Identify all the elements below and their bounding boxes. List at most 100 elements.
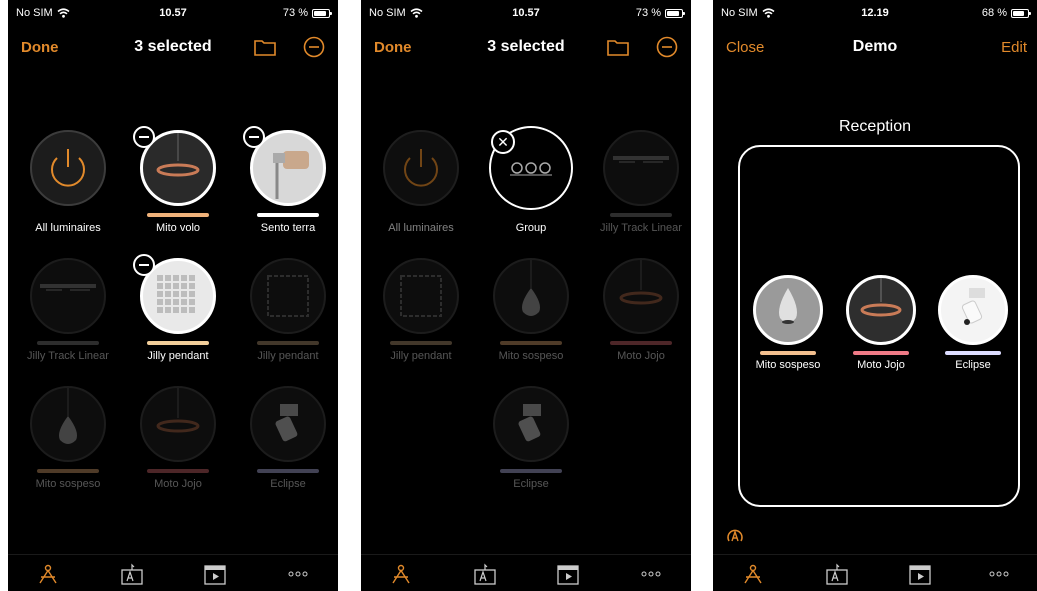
luminaires-tab-icon[interactable]	[741, 562, 765, 586]
room-container: Mito sospeso Moto Jojo Eclipse	[738, 145, 1020, 507]
scenes-tab-icon[interactable]	[120, 562, 144, 586]
tile-eclipse[interactable]: Eclipse	[233, 386, 338, 490]
tile-jilly-pendant[interactable]: Jilly pendant	[366, 258, 476, 362]
phone-screen-3: No SIM 12.19 68 % Close Demo Edit Recept…	[713, 0, 1037, 591]
tile-eclipse[interactable]: Eclipse	[476, 386, 586, 490]
tile-label: Moto Jojo	[154, 478, 202, 490]
ring-luminaire-icon	[860, 278, 902, 317]
tile-jilly-pendant-selected[interactable]: Jilly pendant	[123, 254, 233, 362]
sequences-tab-icon[interactable]	[203, 562, 227, 586]
room-tile-eclipse[interactable]: Eclipse	[928, 275, 1018, 371]
battery-percent: 73 %	[282, 7, 308, 19]
ring-luminaire-icon	[156, 133, 200, 177]
nav-title: Demo	[852, 38, 898, 55]
room-name: Reception	[838, 118, 912, 135]
scenes-tab-icon[interactable]	[473, 562, 497, 586]
tile-jilly-track-linear[interactable]: Jilly Track Linear	[586, 130, 691, 234]
ring-luminaire-icon	[156, 388, 200, 433]
tile-label: Moto Jojo	[617, 350, 665, 362]
deselect-badge-icon[interactable]	[243, 126, 265, 148]
tile-all-luminaires[interactable]: All luminaires	[366, 130, 476, 234]
more-tab-icon[interactable]	[639, 562, 663, 586]
deselect-badge-icon[interactable]	[133, 126, 155, 148]
spot-luminaire-icon	[275, 404, 298, 442]
tile-mito-sospeso[interactable]: Mito sospeso	[476, 258, 586, 362]
phone-screen-2: No SIM 10.57 73 % Done 3 selected All lu…	[361, 0, 691, 591]
room-tile-mito-sospeso[interactable]: Mito sospeso	[743, 275, 833, 371]
more-tab-icon[interactable]	[987, 562, 1011, 586]
tile-label: Eclipse	[955, 359, 991, 371]
tile-label: Jilly Track Linear	[600, 222, 682, 234]
tile-label: Eclipse	[513, 478, 549, 490]
tile-label: Jilly pendant	[257, 350, 319, 362]
nav-title: 3 selected	[487, 38, 565, 55]
deselect-badge-icon[interactable]	[133, 254, 155, 276]
nav-bar: Done 3 selected	[8, 30, 338, 66]
status-bar: No SIM 12.19 68 %	[713, 0, 1037, 30]
battery-icon	[312, 8, 332, 18]
scenes-tab-icon[interactable]	[825, 562, 849, 586]
sequences-tab-icon[interactable]	[908, 562, 932, 586]
grid-luminaire-icon	[400, 275, 442, 317]
close-icon[interactable]: ✕	[491, 130, 515, 154]
tile-label: Sento terra	[260, 222, 316, 234]
power-icon	[404, 149, 438, 187]
tile-label: Mito volo	[155, 222, 201, 234]
drop-luminaire-icon	[522, 260, 540, 316]
tile-mito-volo[interactable]: Mito volo	[123, 126, 233, 234]
tab-bar	[8, 554, 338, 591]
track-luminaire-icon	[40, 284, 96, 291]
tile-all-luminaires[interactable]: All luminaires	[13, 130, 123, 234]
tab-bar	[361, 554, 691, 591]
tile-label: Jilly Track Linear	[27, 350, 109, 362]
tile-label: Eclipse	[270, 478, 306, 490]
minus-circle-icon[interactable]	[656, 36, 678, 58]
luminaires-tab-icon[interactable]	[389, 562, 413, 586]
tile-label: Mito sospeso	[498, 350, 564, 362]
room-tile-moto-jojo[interactable]: Moto Jojo	[836, 275, 926, 371]
tile-jilly-pendant[interactable]: Jilly pendant	[233, 258, 338, 362]
tile-label: All luminaires	[35, 222, 101, 234]
auto-mode-icon[interactable]	[725, 527, 745, 547]
tile-label: Jilly pendant	[147, 350, 209, 362]
sequences-tab-icon[interactable]	[556, 562, 580, 586]
ring-luminaire-icon	[619, 260, 663, 305]
more-tab-icon[interactable]	[286, 562, 310, 586]
spot-luminaire-icon	[273, 151, 309, 199]
grid-luminaire-icon	[157, 275, 195, 313]
battery-icon	[665, 8, 685, 18]
tile-label: All luminaires	[388, 222, 454, 234]
nav-title: 3 selected	[134, 38, 212, 55]
folder-icon[interactable]	[607, 39, 629, 56]
tile-jilly-track-linear[interactable]: Jilly Track Linear	[13, 258, 123, 362]
tab-bar	[713, 554, 1037, 591]
battery-percent: 68 %	[981, 7, 1007, 19]
edit-button[interactable]: Edit	[1001, 39, 1027, 56]
power-icon	[51, 149, 85, 187]
grid-luminaire-icon	[267, 275, 309, 317]
tile-moto-jojo[interactable]: Moto Jojo	[123, 386, 233, 490]
tile-label: Mito sospeso	[35, 478, 101, 490]
folder-icon[interactable]	[254, 39, 276, 56]
nav-bar: Close Demo Edit	[713, 30, 1037, 66]
spot-luminaire-icon	[961, 288, 985, 325]
spot-luminaire-icon	[518, 404, 541, 442]
status-bar: No SIM 10.57 73 %	[8, 0, 338, 30]
battery-percent: 73 %	[635, 7, 661, 19]
phone-screen-1: No SIM 10.57 73 % Done 3 selected All lu…	[8, 0, 338, 591]
tile-label: Jilly pendant	[390, 350, 452, 362]
minus-circle-icon[interactable]	[303, 36, 325, 58]
tile-mito-sospeso[interactable]: Mito sospeso	[13, 386, 123, 490]
tile-label: Mito sospeso	[755, 359, 821, 371]
luminaires-tab-icon[interactable]	[36, 562, 60, 586]
tile-sento-terra[interactable]: Sento terra	[233, 126, 338, 234]
tile-label: Group	[515, 222, 547, 234]
battery-icon	[1011, 8, 1031, 18]
drop-luminaire-icon	[779, 288, 797, 324]
status-bar: No SIM 10.57 73 %	[361, 0, 691, 30]
tile-group[interactable]: ✕ Group	[476, 126, 586, 234]
track-luminaire-icon	[613, 156, 669, 163]
tile-label: Moto Jojo	[857, 359, 905, 371]
drop-luminaire-icon	[59, 388, 77, 444]
tile-moto-jojo[interactable]: Moto Jojo	[586, 258, 691, 362]
